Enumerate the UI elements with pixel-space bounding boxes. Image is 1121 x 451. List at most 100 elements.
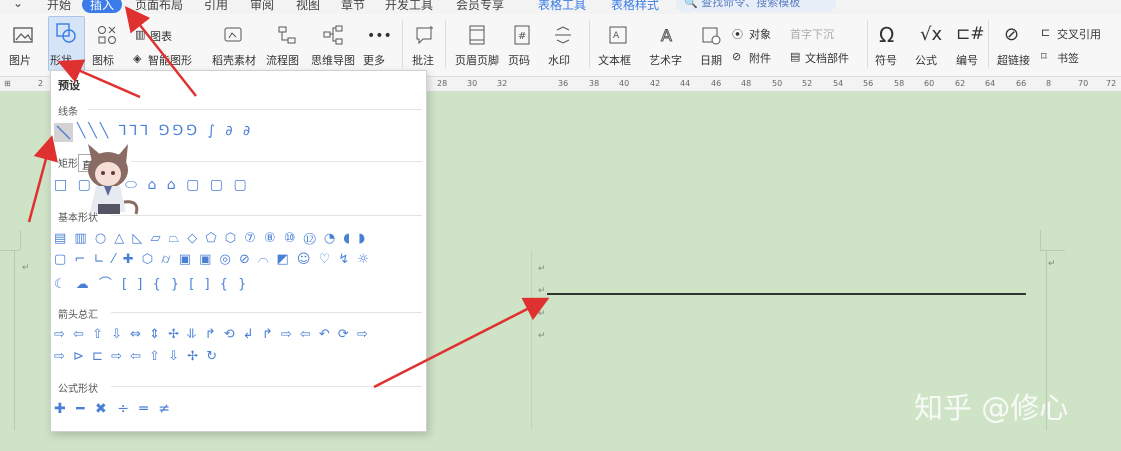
ruler-tick: 64 bbox=[985, 79, 996, 88]
dropcap-button[interactable]: 首字下沉 bbox=[790, 26, 834, 42]
date-button[interactable]: 日期 bbox=[700, 52, 722, 68]
wordart-icon[interactable]: A bbox=[657, 24, 679, 46]
menu-collapse-icon[interactable]: ⌄ bbox=[13, 0, 23, 10]
doc-part-icon[interactable]: ▤ bbox=[790, 50, 800, 63]
search-icon: 🔍 bbox=[684, 0, 698, 9]
insert-ribbon: 图片 形状 图标 ▥ 图表 ◈ 智能图形 稻壳素材 流程图 思维导图 ••• 更… bbox=[0, 14, 1121, 77]
flowchart-icon[interactable] bbox=[276, 24, 298, 46]
ruler-tick: 8 bbox=[1046, 79, 1052, 88]
mindmap-icon[interactable] bbox=[322, 24, 344, 46]
mindmap-button[interactable]: 思维导图 bbox=[311, 52, 355, 68]
arrow-to-line-shape bbox=[27, 135, 58, 223]
command-search-input[interactable]: 🔍 查找命令、搜索模板 bbox=[676, 0, 836, 12]
flowchart-button[interactable]: 流程图 bbox=[266, 52, 299, 68]
menu-tab-layout[interactable]: 页面布局 bbox=[135, 0, 183, 13]
date-icon[interactable] bbox=[700, 24, 722, 46]
menu-tab-section[interactable]: 章节 bbox=[341, 0, 365, 13]
icon-library-button[interactable]: 图标 bbox=[92, 52, 114, 68]
numbering-icon[interactable]: ⊏# bbox=[956, 24, 985, 44]
ruler-tick: 46 bbox=[711, 79, 722, 88]
crossref-button[interactable]: 交叉引用 bbox=[1057, 26, 1101, 42]
formula-shapes-row[interactable]: ✚ ━ ✖ ÷ ═ ≠ bbox=[54, 401, 173, 417]
menu-tab-view[interactable]: 视图 bbox=[296, 0, 320, 13]
hyperlink-button[interactable]: 超链接 bbox=[997, 52, 1030, 68]
menu-tab-insert[interactable]: 插入 bbox=[82, 0, 123, 13]
menu-tab-table-style[interactable]: 表格样式 bbox=[611, 0, 659, 13]
object-icon[interactable]: ⦿ bbox=[732, 26, 743, 42]
menu-tab-review[interactable]: 审阅 bbox=[250, 0, 274, 13]
textbox-button[interactable]: 文本框 bbox=[598, 52, 631, 68]
icon-library-icon[interactable] bbox=[96, 24, 118, 46]
menu-tab-references[interactable]: 引用 bbox=[204, 0, 228, 13]
basic-shapes-row-2[interactable]: ▢ ⌐ ∟ ⁄ ✚ ⬡ ⌭ ▣ ▣ ◎ ⊘ ⌒ ◩ ☺ ♡ ↯ ☼ bbox=[54, 252, 371, 267]
ruler-marker: ⊞ bbox=[4, 79, 11, 88]
menu-tab-home[interactable]: 开始 bbox=[47, 0, 71, 13]
formula-button[interactable]: 公式 bbox=[915, 52, 937, 68]
svg-text:A: A bbox=[661, 26, 672, 45]
ruler-tick: 66 bbox=[1016, 79, 1027, 88]
menu-tab-member[interactable]: 会员专享 bbox=[456, 0, 504, 13]
picture-button[interactable]: 图片 bbox=[9, 52, 31, 68]
symbol-icon[interactable]: Ω bbox=[879, 23, 894, 47]
page-number-button[interactable]: 页码 bbox=[508, 52, 530, 68]
stock-material-button[interactable]: 稻壳素材 bbox=[212, 52, 256, 68]
svg-text:A: A bbox=[613, 31, 620, 41]
basic-shapes-row-3[interactable]: ☾ ☁ ⌒ [ ] { } [ ] { } bbox=[54, 273, 249, 292]
hyperlink-icon[interactable]: ⊘ bbox=[1004, 24, 1019, 45]
drawn-straight-line[interactable] bbox=[547, 293, 1026, 295]
wordart-button[interactable]: 艺术字 bbox=[649, 52, 682, 68]
page-number-icon[interactable]: # bbox=[511, 24, 533, 46]
section-arrows: 箭头总汇 bbox=[58, 310, 98, 321]
object-button[interactable]: 对象 bbox=[749, 26, 771, 42]
formula-icon[interactable]: √x bbox=[920, 24, 942, 45]
stock-material-icon[interactable] bbox=[222, 24, 244, 46]
smart-art-icon[interactable]: ◈ bbox=[133, 52, 141, 65]
ruler-tick: 48 bbox=[741, 79, 752, 88]
crossref-icon[interactable]: ⊏ bbox=[1041, 26, 1050, 39]
basic-shapes-row-1[interactable]: ▤ ▥ ○ △ ◺ ▱ ⏢ ◇ ⬠ ⬡ ⑦ ⑧ ⑩ ⑫ ◔ ◖ ◗ bbox=[54, 231, 367, 246]
chart-icon[interactable]: ▥ bbox=[135, 28, 145, 41]
ruler-tick: 40 bbox=[619, 79, 630, 88]
doc-part-button[interactable]: 文档部件 bbox=[805, 50, 849, 66]
arrow-shapes-row-2[interactable]: ⇨ ⊳ ⊏ ⇨ ⇦ ⇧ ⇩ ✢ ↻ bbox=[54, 349, 219, 364]
shape-icon[interactable] bbox=[55, 22, 77, 44]
ruler-tick: 70 bbox=[1078, 79, 1089, 88]
header-footer-button[interactable]: 页眉页脚 bbox=[455, 52, 499, 68]
menu-tab-developer[interactable]: 开发工具 bbox=[385, 0, 433, 13]
margin-corner bbox=[20, 230, 21, 250]
section-lines: 线条 bbox=[58, 107, 78, 118]
smart-art-button[interactable]: 智能图形 bbox=[148, 52, 192, 68]
textbox-icon[interactable]: A bbox=[607, 24, 629, 46]
picture-icon[interactable] bbox=[12, 24, 34, 46]
bookmark-button[interactable]: 书签 bbox=[1057, 50, 1079, 66]
paragraph-mark: ↵ bbox=[22, 263, 30, 273]
zhihu-watermark: 知乎 @修心 bbox=[914, 391, 1069, 425]
numbering-button[interactable]: 编号 bbox=[956, 52, 978, 68]
bookmark-icon[interactable]: ⌑ bbox=[1041, 50, 1047, 63]
ruler-tick: 52 bbox=[802, 79, 813, 88]
paragraph-mark: ↵ bbox=[538, 264, 546, 274]
line-shapes-row[interactable]: ╲╲╲ ⅂⅂⅂ ⅁⅁⅁ ∫ ∂ ∂ bbox=[77, 123, 253, 139]
header-footer-icon[interactable] bbox=[466, 24, 488, 46]
table-column-border bbox=[531, 250, 532, 430]
ruler-tick: 42 bbox=[650, 79, 661, 88]
shape-button[interactable]: 形状 bbox=[50, 52, 72, 68]
straight-line-shape[interactable] bbox=[54, 123, 73, 142]
comment-button[interactable]: 批注 bbox=[412, 52, 434, 68]
ruler-tick: 54 bbox=[833, 79, 844, 88]
chart-button[interactable]: 图表 bbox=[150, 28, 172, 44]
menu-tab-table-tools[interactable]: 表格工具 bbox=[538, 0, 586, 13]
arrow-shapes-row-1[interactable]: ⇨ ⇦ ⇧ ⇩ ⇔ ⇕ ✢ ⥥ ↱ ⟲ ↲ ↱ ⇨ ⇦ ↶ ⟳ ⇨ bbox=[54, 327, 370, 342]
more-icon[interactable]: ••• bbox=[367, 28, 392, 44]
shape-dropdown-panel: 预设 线条 ╲╲╲ ⅂⅂⅂ ⅁⅁⅁ ∫ ∂ ∂ 直线 矩形 □ ▢ ▭ ⬭ ⌂ … bbox=[50, 70, 427, 432]
symbol-button[interactable]: 符号 bbox=[875, 52, 897, 68]
more-button[interactable]: 更多 bbox=[363, 52, 385, 68]
watermark-button[interactable]: 水印 bbox=[548, 52, 570, 68]
ruler-tick: 38 bbox=[589, 79, 600, 88]
attachment-button[interactable]: 附件 bbox=[749, 50, 771, 66]
comment-icon[interactable] bbox=[414, 24, 436, 46]
watermark-icon[interactable] bbox=[552, 24, 574, 46]
attachment-icon[interactable]: ⊘ bbox=[732, 50, 741, 63]
page-left-edge bbox=[14, 250, 15, 430]
ruler-tick: 2 bbox=[38, 79, 44, 88]
